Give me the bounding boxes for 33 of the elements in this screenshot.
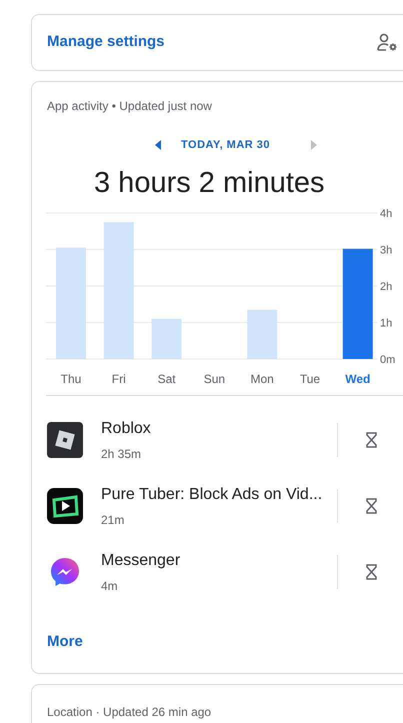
bar (247, 310, 278, 359)
day-label[interactable]: Tue (300, 372, 320, 386)
bar (152, 318, 182, 359)
more-link[interactable]: More (32, 631, 83, 654)
usage-time: 2h 35m (101, 446, 142, 463)
app-name[interactable]: Pure Tuber: Block Ads on Vid... (101, 483, 337, 507)
usage-time: 4m (101, 578, 119, 595)
tilted-square-icon (47, 422, 83, 458)
usage-time: 21m (101, 512, 126, 529)
play-icon (47, 488, 83, 524)
manage-settings-link[interactable]: Manage settings (47, 31, 165, 54)
person-gear-icon[interactable] (377, 32, 399, 52)
date-label: TODAY, MAR 30 (181, 138, 272, 153)
day-label[interactable]: Fri (112, 372, 126, 386)
section-header: Location · Updated 26 min ago (47, 705, 212, 719)
axis-label: 2h (380, 281, 392, 293)
app-name[interactable]: Roblox (101, 417, 337, 441)
day-label[interactable]: Mon (250, 372, 274, 386)
day-label[interactable]: Sat (158, 372, 176, 386)
hourglass-icon[interactable] (366, 498, 377, 514)
day-label[interactable]: Sun (204, 372, 226, 386)
day-label[interactable]: Thu (60, 372, 82, 386)
axis-label: 3h (380, 244, 392, 256)
app-name[interactable]: Messenger (101, 549, 337, 573)
day-label[interactable]: Wed (345, 372, 370, 386)
hourglass-icon[interactable] (366, 564, 377, 580)
axis-label: 4h (380, 208, 392, 220)
total-time: 3 hours 2 minutes (93, 166, 326, 200)
axis-label: 0m (380, 354, 396, 366)
left-arrow-icon[interactable] (155, 140, 161, 150)
section-header: App activity • Updated just now (46, 98, 213, 115)
hourglass-icon[interactable] (366, 432, 377, 448)
axis-label: 1h (380, 318, 392, 330)
